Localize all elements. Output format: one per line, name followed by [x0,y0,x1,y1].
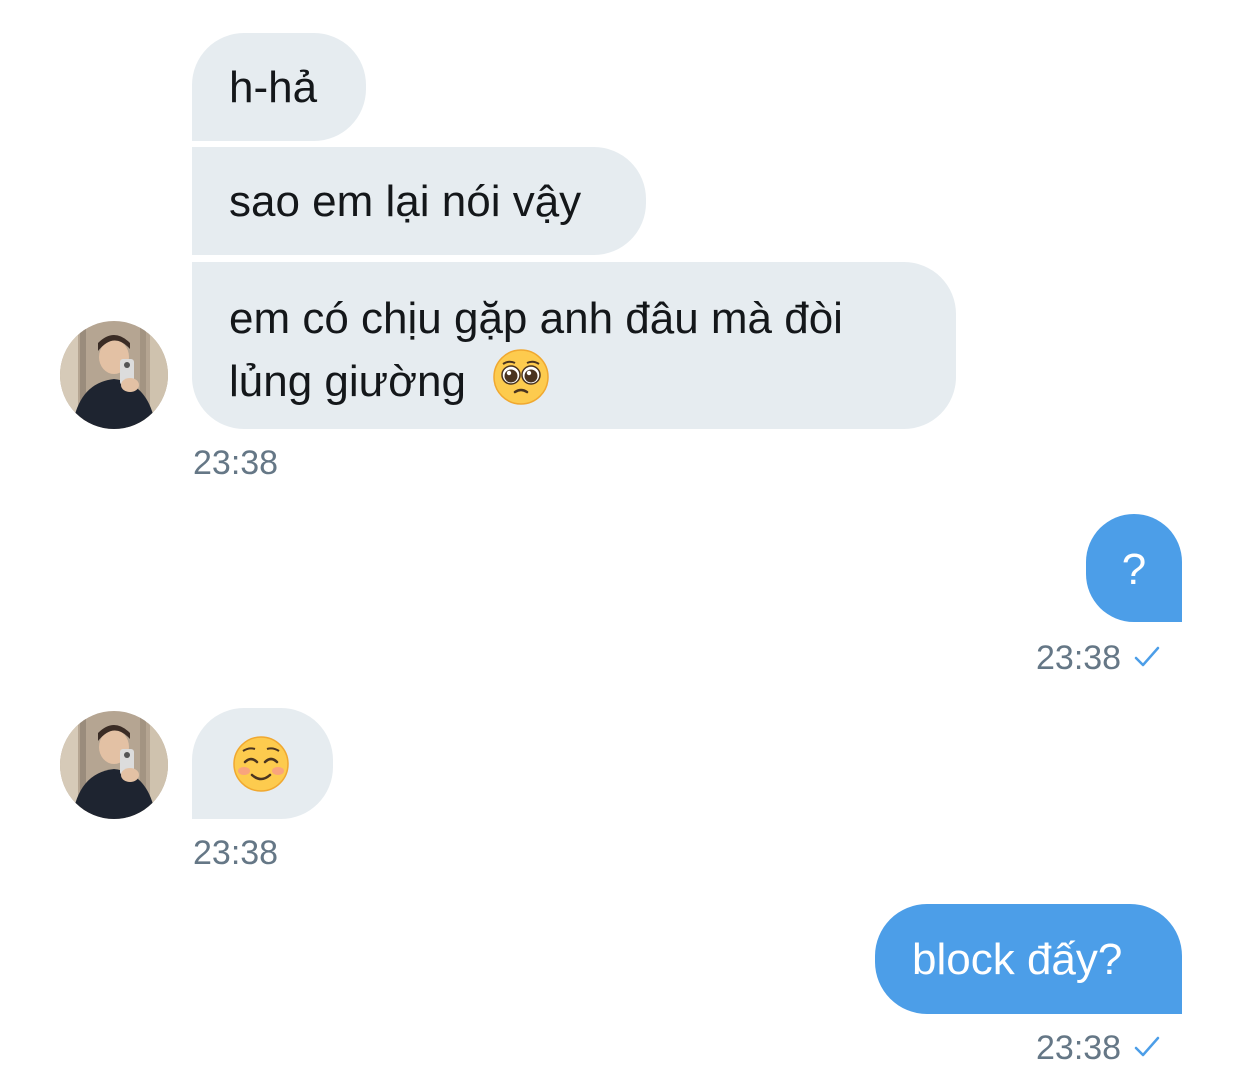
avatar[interactable] [60,711,168,819]
timestamp: 23:38 [193,834,279,872]
message-text: sao em lại nói vậy [229,177,582,226]
message-text: block đấy? [912,935,1123,984]
read-check-icon [1133,1031,1161,1070]
message-text: h-hả [229,63,318,112]
message-text: lủng giường [229,357,466,407]
pleading-face-emoji [492,348,550,421]
message-bubble-sent[interactable]: ? [1086,514,1182,622]
timestamp-text: 23:38 [1036,639,1122,677]
timestamp: 23:38 [1036,639,1161,680]
message-text-line-2: lủng giường [229,348,956,421]
message-text-line: em có chịu gặp anh đâu mà đòi [229,294,843,343]
timestamp: 23:38 [193,444,279,482]
timestamp-text: 23:38 [1036,1029,1122,1067]
message-bubble-sent[interactable]: block đấy? [875,904,1182,1014]
message-bubble-received[interactable] [192,708,333,819]
timestamp: 23:38 [1036,1029,1161,1070]
message-text: ? [1121,545,1147,594]
smiling-face-emoji [232,735,290,808]
message-bubble-received[interactable]: h-hả [192,33,366,141]
message-bubble-received[interactable]: em có chịu gặp anh đâu mà đòi lủng giườn… [192,262,956,429]
read-check-icon [1133,641,1161,680]
avatar[interactable] [60,321,168,429]
message-bubble-received[interactable]: sao em lại nói vậy [192,147,646,255]
